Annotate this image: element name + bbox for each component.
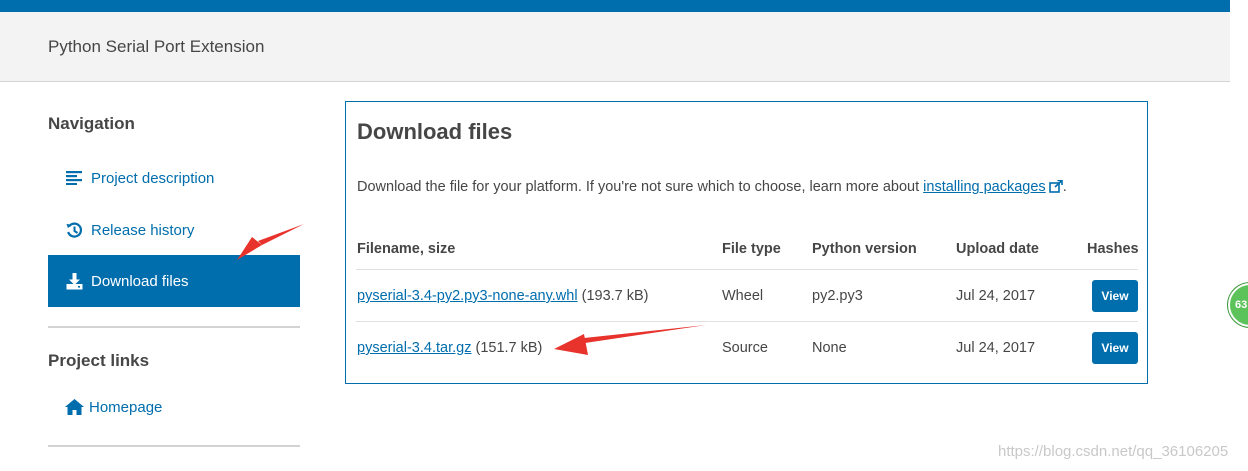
right-gutter xyxy=(1230,0,1248,471)
link-homepage[interactable]: Homepage xyxy=(48,381,300,433)
file-type-cell: Source xyxy=(722,340,768,356)
top-bar xyxy=(0,0,1230,12)
nav-item-label: Project description xyxy=(91,169,215,187)
nav-item-download-files[interactable]: Download files xyxy=(48,255,300,307)
column-upload-date: Upload date xyxy=(956,241,1039,257)
external-link-icon xyxy=(1048,179,1063,197)
column-file-type: File type xyxy=(722,241,781,257)
upload-date-cell: Jul 24, 2017 xyxy=(956,288,1036,304)
installing-packages-link[interactable]: installing packages xyxy=(923,179,1063,195)
filename-cell: pyserial-3.4-py2.py3-none-any.whl (193.7… xyxy=(357,288,649,304)
download-icon xyxy=(64,272,84,290)
column-hashes: Hashes xyxy=(1087,241,1139,257)
filename-link[interactable]: pyserial-3.4.tar.gz xyxy=(357,340,471,356)
download-files-panel: Download files Download the file for you… xyxy=(345,101,1148,384)
link-label: Homepage xyxy=(89,398,163,416)
column-filename-size: Filename, size xyxy=(357,241,456,257)
watermark-text: https://blog.csdn.net/qq_36106205 xyxy=(998,443,1229,460)
panel-intro: Download the file for your platform. If … xyxy=(357,179,1067,197)
navigation-heading: Navigation xyxy=(48,114,135,133)
panel-title: Download files xyxy=(357,119,513,144)
python-version-cell: None xyxy=(812,340,847,356)
file-type-cell: Wheel xyxy=(722,288,764,304)
intro-end: . xyxy=(1062,179,1067,195)
nav-item-release-history[interactable]: Release history xyxy=(48,204,300,256)
nav-item-label: Release history xyxy=(91,221,195,239)
table-row-divider xyxy=(356,269,1138,270)
view-hashes-button[interactable]: View xyxy=(1092,332,1138,364)
upload-date-cell: Jul 24, 2017 xyxy=(956,340,1036,356)
project-links-heading: Project links xyxy=(48,351,150,370)
history-icon xyxy=(64,221,84,239)
nav-item-label: Download files xyxy=(91,272,189,290)
align-left-icon xyxy=(64,169,84,187)
table-row-divider xyxy=(356,321,1138,322)
home-icon xyxy=(64,398,84,416)
file-size: (193.7 kB) xyxy=(581,288,649,304)
nav-item-project-description[interactable]: Project description xyxy=(48,152,300,204)
view-hashes-button[interactable]: View xyxy=(1092,280,1138,312)
intro-text: Download the file for your platform. If … xyxy=(357,179,924,195)
package-summary: Python Serial Port Extension xyxy=(48,37,265,56)
column-python-version: Python version xyxy=(812,241,917,257)
sidebar-divider xyxy=(48,326,300,328)
badge-count: 63 xyxy=(1235,299,1248,311)
sidebar-divider xyxy=(48,445,300,447)
filename-link[interactable]: pyserial-3.4-py2.py3-none-any.whl xyxy=(357,288,578,304)
link-text: installing packages xyxy=(923,179,1046,195)
filename-cell: pyserial-3.4.tar.gz (151.7 kB) xyxy=(357,340,542,356)
file-size: (151.7 kB) xyxy=(475,340,543,356)
python-version-cell: py2.py3 xyxy=(812,288,863,304)
